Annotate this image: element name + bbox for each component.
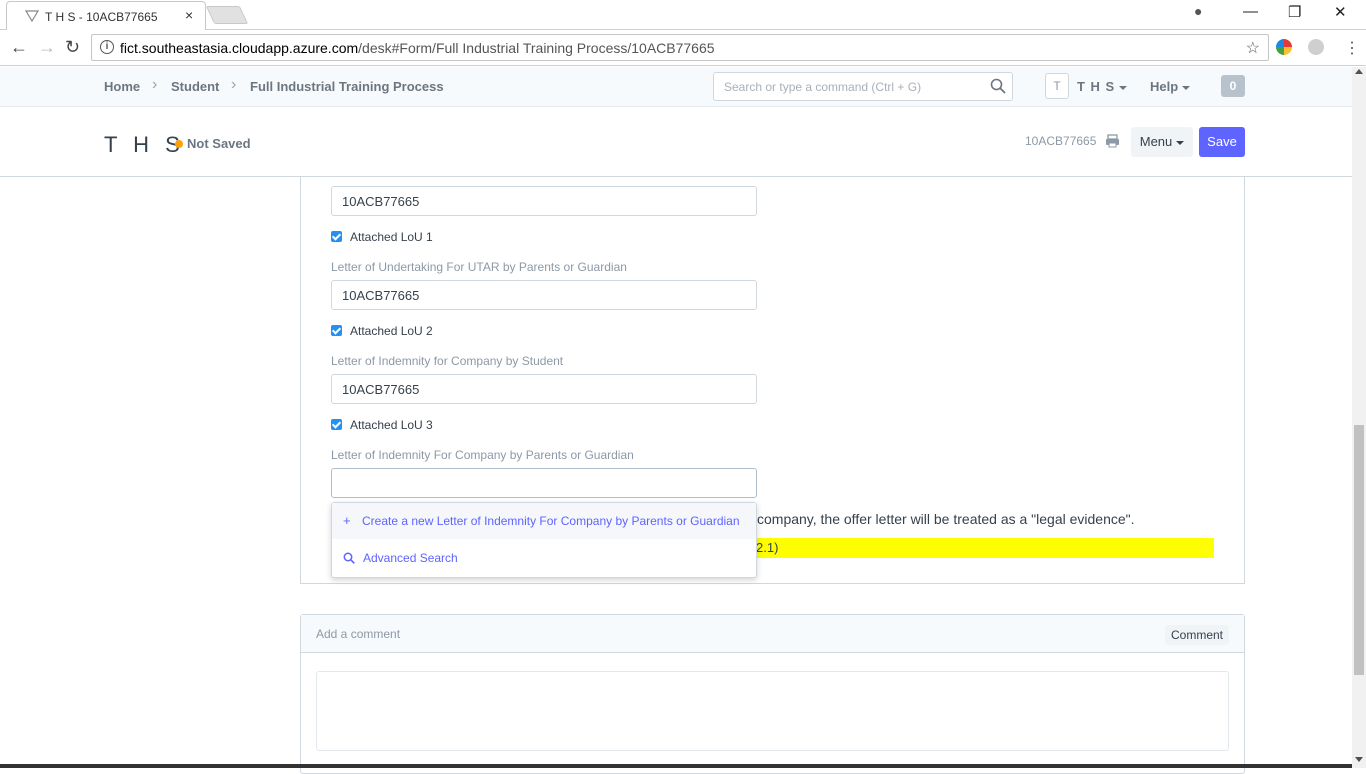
back-icon[interactable]: ← (10, 37, 28, 58)
notification-badge[interactable]: 0 (1221, 75, 1245, 97)
comment-button[interactable]: Comment (1165, 625, 1229, 645)
profile-icon[interactable]: ● (1194, 3, 1202, 19)
bookmark-star-icon[interactable]: ☆ (1246, 38, 1260, 58)
window-close-icon[interactable]: ✕ (1334, 3, 1347, 21)
menu-label: Menu (1139, 134, 1173, 149)
browser-toolbar: ← → ↻ i fict.southeastasia.cloudapp.azur… (0, 30, 1366, 66)
lou-field-3[interactable]: 10ACB77665 (331, 374, 757, 404)
search-placeholder: Search or type a command (Ctrl + G) (724, 80, 922, 94)
app-navbar: Home › Student › Full Industrial Trainin… (0, 67, 1352, 107)
bottom-edge (0, 764, 1352, 768)
chevron-down-icon (1119, 85, 1128, 90)
lou-field-1[interactable]: 10ACB77665 (331, 186, 757, 216)
chevron-down-icon (1182, 85, 1191, 90)
search-icon (990, 78, 1006, 94)
breadcrumb-separator-icon: › (231, 76, 237, 93)
browser-tab[interactable]: T H S - 10ACB77665 × (6, 1, 206, 30)
highlighted-note-text: 2.1) (756, 540, 779, 555)
reload-icon[interactable]: ↻ (65, 37, 80, 58)
breadcrumb-student[interactable]: Student (171, 79, 219, 94)
status-badge: Not Saved (187, 136, 251, 151)
plus-icon: + (343, 513, 351, 528)
scroll-up-icon[interactable] (1355, 69, 1363, 74)
comment-section: Add a comment Comment (300, 614, 1245, 774)
favicon-icon (25, 10, 39, 22)
user-menu[interactable]: T H S (1077, 79, 1128, 94)
site-info-icon[interactable]: i (100, 40, 114, 54)
add-comment-label: Add a comment (316, 627, 401, 641)
extension-gear-icon[interactable] (1308, 39, 1324, 55)
lou-field-3-label: Letter of Indemnity for Company by Stude… (331, 354, 564, 368)
document-id: 10ACB77665 (1025, 134, 1097, 148)
create-new-option[interactable]: + Create a new Letter of Indemnity For C… (332, 503, 756, 539)
lou-field-4-label: Letter of Indemnity For Company by Paren… (331, 448, 634, 462)
scroll-thumb[interactable] (1354, 425, 1364, 675)
menu-button[interactable]: Menu (1131, 127, 1193, 157)
advanced-search-option[interactable]: Advanced Search (332, 540, 756, 576)
lou-field-2-value: 10ACB77665 (342, 288, 420, 303)
avatar[interactable]: T (1045, 73, 1069, 99)
chevron-down-icon (1176, 140, 1185, 145)
search-input[interactable]: Search or type a command (Ctrl + G) (713, 72, 1013, 101)
scroll-down-icon[interactable] (1355, 757, 1363, 762)
breadcrumb-process[interactable]: Full Industrial Training Process (250, 79, 444, 94)
attached-lou-3-checkbox[interactable] (331, 419, 342, 430)
url-path: /desk#Form/Full Industrial Training Proc… (358, 40, 715, 56)
comment-input[interactable] (316, 671, 1229, 751)
help-menu[interactable]: Help (1150, 79, 1191, 94)
tab-close-icon[interactable]: × (185, 7, 193, 23)
lou-field-1-value: 10ACB77665 (342, 194, 420, 209)
browser-tab-strip: T H S - 10ACB77665 × ● — ❐ ✕ (0, 0, 1366, 30)
attached-lou-3-label: Attached LoU 3 (350, 418, 433, 432)
lou-field-4[interactable] (331, 468, 757, 498)
autocomplete-dropdown: + Create a new Letter of Indemnity For C… (331, 502, 757, 578)
lou-field-2[interactable]: 10ACB77665 (331, 280, 757, 310)
offer-letter-note: company, the offer letter will be treate… (757, 511, 1135, 527)
comment-header: Add a comment Comment (301, 615, 1244, 653)
url-host: fict.southeastasia.cloudapp.azure.com (120, 40, 359, 56)
advanced-search-label: Advanced Search (363, 551, 458, 565)
page-scrollbar[interactable] (1352, 67, 1366, 768)
save-button[interactable]: Save (1199, 127, 1245, 157)
address-bar[interactable]: i fict.southeastasia.cloudapp.azure.com/… (91, 34, 1269, 61)
breadcrumb-home[interactable]: Home (104, 79, 140, 94)
attached-lou-1-checkbox[interactable] (331, 231, 342, 242)
search-icon (343, 552, 355, 564)
page-title: T H S (104, 132, 185, 157)
url-text: fict.southeastasia.cloudapp.azure.com/de… (120, 40, 715, 56)
attached-lou-1-label: Attached LoU 1 (350, 230, 433, 244)
forward-icon[interactable]: → (38, 37, 56, 58)
print-icon[interactable] (1105, 134, 1120, 148)
help-label: Help (1150, 79, 1179, 94)
breadcrumb-separator-icon: › (152, 76, 158, 93)
status-dot-icon (175, 140, 183, 148)
browser-menu-icon[interactable]: ⋮ (1344, 38, 1360, 58)
page-head: T H S Not Saved 10ACB77665 Menu Save (0, 107, 1352, 177)
tab-title: T H S - 10ACB77665 (45, 10, 158, 24)
minimize-icon[interactable]: — (1243, 3, 1258, 20)
user-name: T H S (1077, 79, 1116, 94)
create-new-label: Create a new Letter of Indemnity For Com… (362, 514, 740, 528)
restore-icon[interactable]: ❐ (1288, 3, 1301, 21)
highlighted-note: 2.1) (756, 538, 1214, 558)
attached-lou-2-label: Attached LoU 2 (350, 324, 433, 338)
lou-field-2-label: Letter of Undertaking For UTAR by Parent… (331, 260, 627, 274)
lou-field-3-value: 10ACB77665 (342, 382, 420, 397)
attached-lou-2-checkbox[interactable] (331, 325, 342, 336)
new-tab-button[interactable] (205, 6, 249, 24)
extension-icon[interactable] (1276, 39, 1292, 55)
